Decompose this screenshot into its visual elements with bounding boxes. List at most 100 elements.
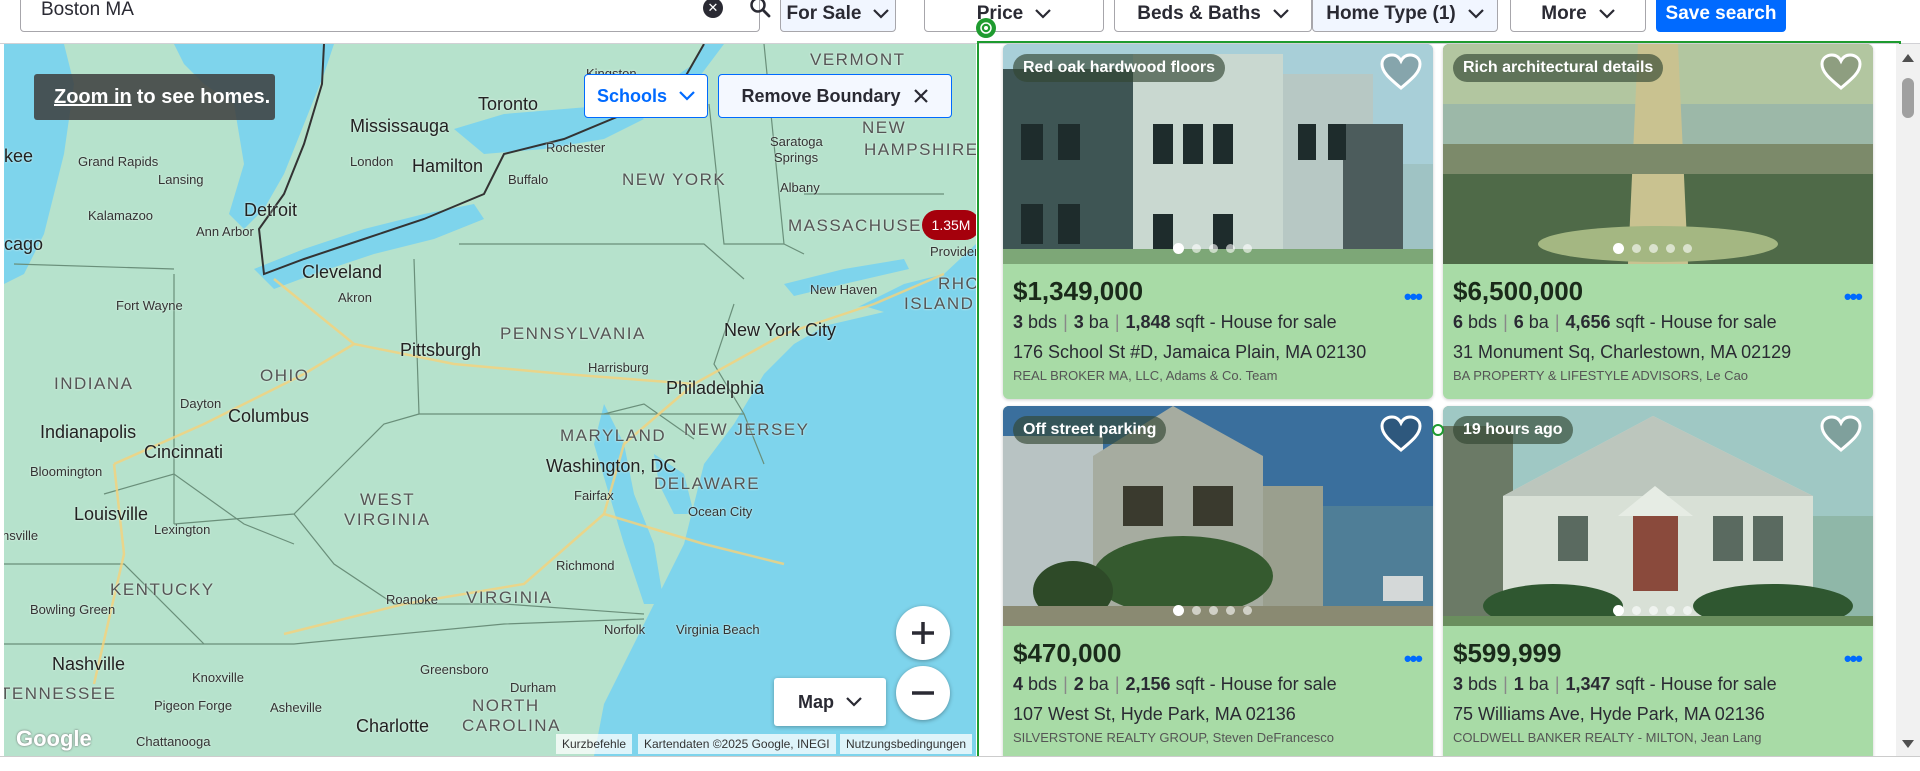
zoom-in-link[interactable]: Zoom in <box>54 86 132 109</box>
photo-carousel-dots[interactable] <box>1173 243 1252 254</box>
map-label: Richmond <box>556 558 615 573</box>
map-label: Akron <box>338 290 372 305</box>
listings-scrollbar[interactable] <box>1896 44 1920 756</box>
search-box[interactable]: Boston MA ✕ <box>20 0 771 32</box>
map-label: London <box>350 154 394 169</box>
chevron-down-icon <box>1035 9 1052 19</box>
more-options-icon[interactable]: ••• <box>1404 646 1423 672</box>
target-icon <box>1432 424 1444 436</box>
listing-address[interactable]: 107 West St, Hyde Park, MA 02136 <box>1013 704 1296 725</box>
search-input[interactable]: Boston MA <box>41 0 134 21</box>
schools-label: Schools <box>596 85 667 106</box>
listing-card[interactable]: Rich architectural details $6,500,000 ••… <box>1443 44 1873 399</box>
map-label: RHODE <box>938 274 976 293</box>
map-type-label: Map <box>798 691 834 712</box>
map-label: Grand Rapids <box>78 154 159 169</box>
map-label: HAMPSHIRE <box>864 140 976 159</box>
remove-boundary-label: Remove Boundary <box>741 85 901 106</box>
photo-carousel-dots[interactable] <box>1613 605 1692 616</box>
minus-icon <box>912 691 934 695</box>
listing-card[interactable]: Red oak hardwood floors $1,349,000 ••• 3… <box>1003 44 1433 399</box>
home-type-filter[interactable]: Home Type (1) <box>1312 0 1498 32</box>
remove-boundary-button[interactable]: Remove Boundary <box>718 74 952 118</box>
map-label: MARYLAND <box>560 426 667 445</box>
more-label: More <box>1541 3 1587 24</box>
keyboard-shortcuts-link[interactable]: Kurzbefehle <box>556 734 633 754</box>
map-label: VERMONT <box>810 50 906 69</box>
map-label: OHIO <box>260 366 310 385</box>
beds-baths-label: Beds & Baths <box>1137 3 1261 24</box>
map-label: Virginia Beach <box>676 622 760 637</box>
map-label: Detroit <box>244 200 298 220</box>
scroll-up-icon[interactable] <box>1902 54 1914 62</box>
search-icon[interactable] <box>748 0 772 19</box>
map-label: Charlotte <box>356 716 430 736</box>
heart-icon[interactable] <box>1379 414 1423 454</box>
map-label: INDIANA <box>54 374 134 393</box>
for-sale-label: For Sale <box>786 3 862 24</box>
photo-carousel-dots[interactable] <box>1613 243 1692 254</box>
listing-card[interactable]: 19 hours ago $599,999 ••• 3 bds | 1 ba | 1,3… <box>1443 406 1873 761</box>
map-label: KENTUCKY <box>110 580 215 599</box>
scroll-thumb[interactable] <box>1902 78 1914 118</box>
listing-tag: Rich architectural details <box>1453 54 1664 82</box>
heart-icon[interactable] <box>1379 52 1423 92</box>
save-search-button[interactable]: Save search <box>1656 0 1786 32</box>
more-options-icon[interactable]: ••• <box>1844 284 1863 310</box>
map-label: Columbus <box>228 406 310 426</box>
listing-facts: 6 bds | 6 ba | 4,656 sqft - House for sale <box>1453 312 1777 332</box>
map-label: NEW <box>862 118 907 137</box>
heart-icon[interactable] <box>1819 52 1863 92</box>
map-label: Dayton <box>180 396 222 411</box>
zoom-out-button[interactable] <box>896 666 950 720</box>
more-filter[interactable]: More <box>1510 0 1646 32</box>
map-label: Mississauga <box>350 116 450 136</box>
map-label: WEST <box>360 490 416 509</box>
terms-link[interactable]: Nutzungsbedingungen <box>840 734 973 754</box>
map-label: ISLAND <box>904 294 975 313</box>
map-label: Philadelphia <box>666 378 765 398</box>
listing-facts: 4 bds | 2 ba | 2,156 sqft - House for sale <box>1013 674 1337 694</box>
chevron-down-icon <box>1467 9 1484 19</box>
beds-baths-filter[interactable]: Beds & Baths <box>1114 0 1312 32</box>
zoom-in-button[interactable] <box>896 606 950 660</box>
map-label: Fairfax <box>574 488 614 503</box>
listing-card[interactable]: Off street parking $470,000 ••• 4 bds | 2 … <box>1003 406 1433 761</box>
price-pin[interactable]: 1.35M <box>922 210 976 240</box>
listing-facts: 3 bds | 3 ba | 1,848 sqft - House for sale <box>1013 312 1337 332</box>
for-sale-filter[interactable]: For Sale <box>780 0 896 32</box>
listing-price: $470,000 <box>1013 638 1122 668</box>
heart-icon[interactable] <box>1819 414 1863 454</box>
photo-carousel-dots[interactable] <box>1173 605 1252 616</box>
chevron-down-icon <box>1598 9 1615 19</box>
map-type-button[interactable]: Map <box>774 678 886 726</box>
map-view[interactable]: VERMONT NEW HAMPSHIRE NEW YORK MASSACHUS… <box>4 44 976 756</box>
map-label: TENNESSEE <box>4 684 117 703</box>
map-label: Fort Wayne <box>116 298 183 313</box>
map-label: CAROLINA <box>462 716 561 735</box>
map-label: Buffalo <box>508 172 549 187</box>
more-options-icon[interactable]: ••• <box>1844 646 1863 672</box>
listing-address[interactable]: 176 School St #D, Jamaica Plain, MA 0213… <box>1013 342 1366 363</box>
map-label: Bloomington <box>30 464 103 479</box>
scroll-down-icon[interactable] <box>1902 740 1914 748</box>
price-filter[interactable]: Price <box>924 0 1104 32</box>
map-label: Toronto <box>478 94 539 114</box>
map-label: NORTH <box>472 696 540 715</box>
listing-address[interactable]: 75 Williams Ave, Hyde Park, MA 02136 <box>1453 704 1765 725</box>
listing-price: $1,349,000 <box>1013 276 1144 306</box>
listing-tag: Off street parking <box>1013 416 1167 444</box>
map-label: New York City <box>724 320 837 340</box>
schools-button[interactable]: Schools <box>584 74 708 118</box>
map-label: Louisville <box>74 504 149 524</box>
plus-icon <box>912 622 934 644</box>
more-options-icon[interactable]: ••• <box>1404 284 1423 310</box>
target-icon <box>976 18 996 38</box>
chevron-down-icon <box>846 697 862 707</box>
clear-icon[interactable]: ✕ <box>703 0 723 18</box>
listing-address[interactable]: 31 Monument Sq, Charlestown, MA 02129 <box>1453 342 1791 363</box>
map-label: Saratoga <box>770 134 823 149</box>
map-label: Indianapolis <box>40 422 137 442</box>
map-label: Ocean City <box>688 504 753 519</box>
listing-tag: Red oak hardwood floors <box>1013 54 1226 82</box>
